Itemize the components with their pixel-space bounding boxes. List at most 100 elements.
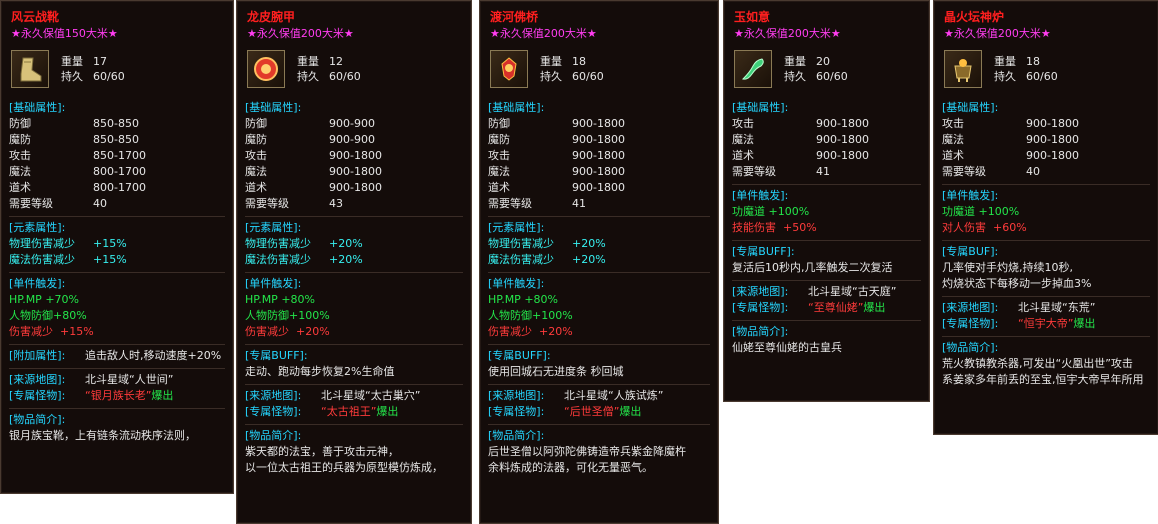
attr-name: HP.MP xyxy=(9,293,42,306)
weight-label: 重量 xyxy=(61,55,83,68)
intro-line: 以一位太古祖王的兵器为原型模仿炼成， xyxy=(245,461,443,474)
attr-name: 攻击 xyxy=(488,149,510,162)
attr-name: 伤害减少 xyxy=(488,325,532,338)
attr-value: 900-1800 xyxy=(572,149,625,162)
attr-value: +20% xyxy=(329,237,363,250)
attr-name: 攻击 xyxy=(732,117,754,130)
intro-header: [物品简介]: xyxy=(732,325,789,338)
source-map: 北斗星域“人世间” xyxy=(85,373,174,386)
attr-name: 伤害减少 xyxy=(9,325,53,338)
attr-name: 道术 xyxy=(9,181,31,194)
attr-name: 魔防 xyxy=(9,133,31,146)
intro-header: [物品简介]: xyxy=(9,413,66,426)
attr-value: 900-1800 xyxy=(816,149,869,162)
attr-name: HP.MP xyxy=(488,293,521,306)
weight-value: 12 xyxy=(329,55,343,68)
item-title: 龙皮腕甲 xyxy=(247,10,296,24)
source-map: 北斗星域“太古巢穴” xyxy=(321,389,421,402)
attr-value: 900-1800 xyxy=(329,181,382,194)
attr-value: 41 xyxy=(816,165,830,178)
buff-header: [专属BUFF]: xyxy=(245,349,308,362)
durability-value: 60/60 xyxy=(93,70,125,83)
attr-value: 900-1800 xyxy=(329,165,382,178)
attr-name: 技能伤害 xyxy=(732,221,776,234)
attr-name: 物理伤害减少 xyxy=(9,237,75,250)
durability-value: 60/60 xyxy=(329,70,361,83)
source-map: 北斗星域“东荒” xyxy=(1018,301,1096,314)
source-map-label: [来源地图]: xyxy=(732,285,789,298)
durability-label: 持久 xyxy=(61,70,83,83)
attr-value: +20% xyxy=(572,237,606,250)
attr-name: 人物防御 xyxy=(488,309,532,322)
element-attr-header: [元素属性]: xyxy=(245,221,302,234)
attr-value: +100% xyxy=(289,309,330,322)
attr-name: 魔防 xyxy=(245,133,267,146)
item-title: 晶火坛神炉 xyxy=(944,10,1005,24)
source-monster: “太古祖王” xyxy=(321,405,377,418)
attr-value: +20% xyxy=(572,253,606,266)
attr-value: +15% xyxy=(93,237,127,250)
attr-name: 道术 xyxy=(488,181,510,194)
durability-value: 60/60 xyxy=(816,70,848,83)
basic-attr-header: [基础属性]: xyxy=(488,101,545,114)
item-value: ★永久保值200大米★ xyxy=(944,27,1051,40)
extra-attr-header: [附加属性]: xyxy=(9,349,66,362)
attr-name: 物理伤害减少 xyxy=(488,237,554,250)
attr-name: 魔法 xyxy=(942,133,964,146)
weight-value: 20 xyxy=(816,55,830,68)
basic-attr-header: [基础属性]: xyxy=(9,101,66,114)
buff-header: [专属BUFF]: xyxy=(488,349,551,362)
attr-value: +70% xyxy=(45,293,79,306)
attr-name: 防御 xyxy=(9,117,31,130)
source-map-label: [来源地图]: xyxy=(942,301,999,314)
attr-value: 40 xyxy=(1026,165,1040,178)
attr-value: +60% xyxy=(993,221,1027,234)
attr-name: 攻击 xyxy=(9,149,31,162)
source-monster: “银月族长老” xyxy=(85,389,152,402)
item-card-boots: 风云战靴 ★永久保值150大米★ 重量 17 持久 60/60 [基础属性]: 防御… xyxy=(0,0,234,494)
attr-value: 900-900 xyxy=(329,117,375,130)
boot-icon xyxy=(11,50,49,88)
attr-name: 需要等级 xyxy=(488,197,532,210)
drop-label: 爆出 xyxy=(376,405,399,418)
trigger-header: [单件触发]: xyxy=(488,277,545,290)
item-title: 渡河佛桥 xyxy=(490,10,539,24)
item-title: 风云战靴 xyxy=(11,10,60,24)
intro-line: 仙姥至尊仙姥的古皇兵 xyxy=(732,341,842,354)
weight-label: 重量 xyxy=(784,55,806,68)
orb-icon xyxy=(490,50,528,88)
trigger-header: [单件触发]: xyxy=(732,189,789,202)
item-value: ★永久保值200大米★ xyxy=(490,27,597,40)
buff-text: 复活后10秒内,几率触发二次复活 xyxy=(732,261,893,274)
weight-label: 重量 xyxy=(994,55,1016,68)
attr-value: +50% xyxy=(783,221,817,234)
buff-text: 使用回城石无进度条 秒回城 xyxy=(488,365,624,378)
item-value: ★永久保值150大米★ xyxy=(11,27,118,40)
item-card-jade-ruyi: 玉如意 ★永久保值200大米★ 重量 20 持久 60/60 [基础属性]: 攻击 9… xyxy=(723,0,930,402)
attr-value: 43 xyxy=(329,197,343,210)
attr-value: +100% xyxy=(768,205,810,218)
buff-text: 走动、跑动每步恢复2%生命值 xyxy=(245,365,395,378)
intro-line: 紫天都的法宝，善于攻击元神， xyxy=(245,445,399,458)
intro-line: 系姜家多年前丢的至宝,恒宇大帝早年所用 xyxy=(942,373,1144,386)
attr-value: 900-900 xyxy=(329,133,375,146)
attr-name: 伤害减少 xyxy=(245,325,289,338)
attr-name: 人物防御 xyxy=(9,309,53,322)
attr-name: 魔法伤害减少 xyxy=(9,253,75,266)
source-map: 北斗星域“人族试炼” xyxy=(564,389,664,402)
attr-name: 需要等级 xyxy=(732,165,776,178)
jade-ruyi-icon xyxy=(734,50,772,88)
source-map-label: [来源地图]: xyxy=(488,389,545,402)
weight-value: 18 xyxy=(1026,55,1040,68)
durability-label: 持久 xyxy=(540,70,562,83)
attr-value: +15% xyxy=(93,253,127,266)
source-map-label: [来源地图]: xyxy=(245,389,302,402)
intro-line: 荒火教镇教杀器,可发出“火凰出世”攻击 xyxy=(942,357,1133,370)
durability-value: 60/60 xyxy=(572,70,604,83)
attr-name: 人物防御 xyxy=(245,309,289,322)
attr-value: 900-1800 xyxy=(572,181,625,194)
drop-label: 爆出 xyxy=(863,301,886,314)
buff-header: [专属BUFF]: xyxy=(732,245,795,258)
weight-value: 17 xyxy=(93,55,107,68)
attr-name: 道术 xyxy=(942,149,964,162)
